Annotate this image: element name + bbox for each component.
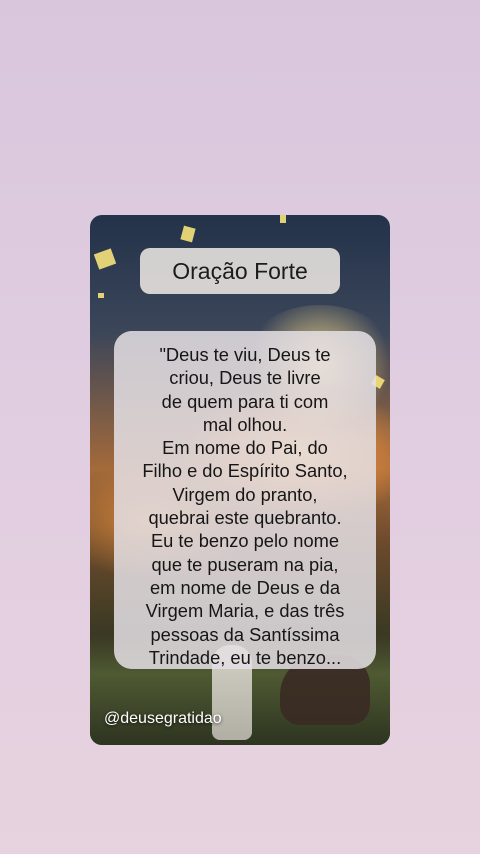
account-handle[interactable]: @deusegratidao: [104, 710, 222, 728]
title-box: Oração Forte: [140, 248, 340, 294]
confetti-piece: [98, 293, 104, 298]
confetti-piece: [93, 248, 117, 270]
confetti-piece: [280, 215, 286, 223]
prayer-title: Oração Forte: [172, 257, 308, 284]
prayer-text-box: "Deus te viu, Deus te criou, Deus te liv…: [114, 331, 376, 669]
prayer-card: Oração Forte "Deus te viu, Deus te criou…: [90, 215, 390, 745]
prayer-text: "Deus te viu, Deus te criou, Deus te liv…: [142, 344, 348, 668]
confetti-piece: [180, 225, 196, 243]
